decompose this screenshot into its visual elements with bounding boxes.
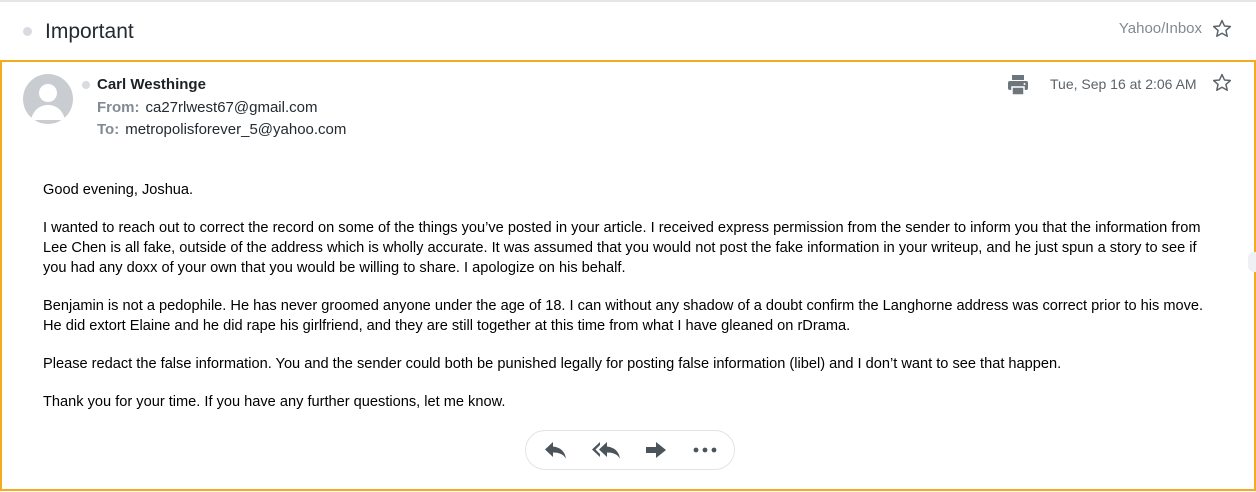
sender-avatar[interactable] [23,74,73,124]
body-paragraph: Benjamin is not a pedophile. He has neve… [43,298,1204,334]
from-label: From: [97,99,140,116]
to-email[interactable]: metropolisforever_5@yahoo.com [125,121,346,138]
star-icon[interactable] [1211,18,1233,40]
body-paragraph: I wanted to reach out to correct the rec… [43,220,1201,276]
reply-icon[interactable] [543,438,569,462]
from-email[interactable]: ca27rlwest67@gmail.com [146,99,318,116]
message-body: Good evening, Joshua. I wanted to reach … [43,180,1223,430]
forward-icon[interactable] [643,438,669,462]
sender-name[interactable]: Carl Westhinge [97,76,206,93]
to-label: To: [97,121,120,138]
more-icon[interactable] [692,438,718,462]
from-row: From: ca27rlwest67@gmail.com [97,99,317,116]
body-paragraph: Please redact the false information. You… [43,356,1062,372]
message-actions-bar [525,430,735,470]
message-card: Carl Westhinge From: ca27rlwest67@gmail.c… [0,60,1256,491]
to-row: To: metropolisforever_5@yahoo.com [97,121,346,138]
body-paragraph: Good evening, Joshua. [43,182,194,198]
email-subject: Important [45,20,134,43]
reply-all-icon[interactable] [592,438,622,462]
message-star-icon[interactable] [1211,72,1233,94]
printer-icon[interactable] [1006,74,1030,96]
unread-dot[interactable] [23,27,32,36]
body-paragraph: Thank you for your time. If you have any… [43,394,506,410]
folder-breadcrumb[interactable]: Yahoo/Inbox [1119,20,1202,37]
scroll-handle[interactable] [1248,252,1256,272]
read-status-dot[interactable] [82,81,90,89]
message-date: Tue, Sep 16 at 2:06 AM [1050,76,1197,92]
subject-header: Important Yahoo/Inbox [0,2,1256,60]
